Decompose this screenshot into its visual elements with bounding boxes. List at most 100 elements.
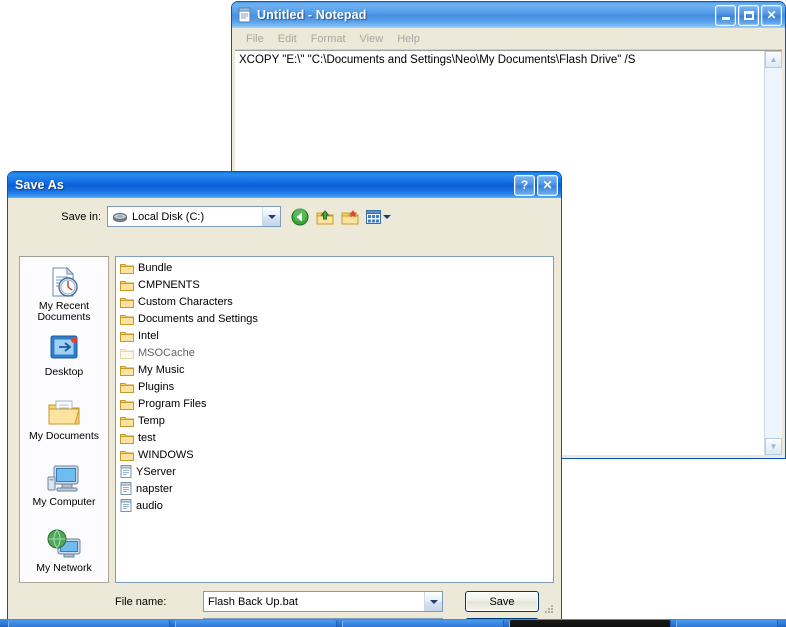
place-my-documents[interactable]: My Documents <box>20 395 108 461</box>
place-my-network[interactable]: My Network <box>20 527 108 593</box>
list-item[interactable]: Plugins <box>120 378 553 395</box>
scroll-down-icon[interactable]: ▼ <box>765 438 782 455</box>
folder-icon <box>120 331 134 342</box>
list-item[interactable]: Program Files <box>120 395 553 412</box>
file-name: Program Files <box>138 397 207 410</box>
save-as-window-controls: ? ✕ <box>514 174 558 196</box>
folder-icon <box>120 365 134 376</box>
folder-icon <box>120 433 134 444</box>
file-name: Plugins <box>138 380 175 393</box>
taskbar-button[interactable] <box>175 620 337 627</box>
folder-icon <box>120 314 134 325</box>
places-bar: My Recent Documents Desktop My Documents… <box>19 256 109 583</box>
save-as-title: Save As <box>15 178 64 192</box>
place-my-computer[interactable]: My Computer <box>20 461 108 527</box>
folder-icon <box>120 450 134 461</box>
views-chevron-down-icon[interactable] <box>383 214 391 219</box>
folder-icon <box>120 297 134 308</box>
file-name: MSOCache <box>138 346 195 359</box>
minimize-button[interactable] <box>715 4 736 26</box>
text-file-icon <box>120 482 132 495</box>
notepad-menubar: File Edit Format View Help <box>235 29 782 50</box>
scroll-up-icon[interactable]: ▲ <box>765 51 782 68</box>
save-in-combobox[interactable]: Local Disk (C:) <box>107 206 281 227</box>
taskbar-button[interactable] <box>676 620 778 627</box>
folder-icon <box>120 416 134 427</box>
place-desktop[interactable]: Desktop <box>20 329 108 395</box>
views-button[interactable] <box>366 209 391 224</box>
notepad-window-controls: ✕ <box>715 4 782 26</box>
views-icon <box>366 209 381 224</box>
place-label: Desktop <box>44 366 84 378</box>
list-item[interactable]: Temp <box>120 412 553 429</box>
folder-icon <box>120 399 134 410</box>
list-item[interactable]: Documents and Settings <box>120 310 553 327</box>
close-button[interactable]: ✕ <box>761 4 782 26</box>
notepad-vertical-scrollbar[interactable]: ▲ ▼ <box>764 51 782 455</box>
menu-view[interactable]: View <box>353 31 391 47</box>
save-as-toolbar <box>291 208 391 226</box>
folder-icon <box>120 382 134 393</box>
taskbar-button[interactable] <box>342 620 504 627</box>
list-item[interactable]: Custom Characters <box>120 293 553 310</box>
menu-format[interactable]: Format <box>304 31 353 47</box>
resize-grip-icon[interactable] <box>543 603 555 615</box>
help-button[interactable]: ? <box>514 174 535 196</box>
menu-file[interactable]: File <box>239 31 271 47</box>
file-name: test <box>138 431 156 444</box>
new-folder-button[interactable] <box>341 208 359 226</box>
file-list[interactable]: Bundle CMPNENTS Custom Characters Docume… <box>115 256 554 583</box>
list-item[interactable]: WINDOWS <box>120 446 553 463</box>
text-file-icon <box>120 499 132 512</box>
taskbar-button[interactable] <box>8 620 170 627</box>
close-icon[interactable]: ✕ <box>537 174 558 196</box>
file-name: My Music <box>138 363 185 376</box>
list-item[interactable]: MSOCache <box>120 344 553 361</box>
chevron-down-icon[interactable] <box>262 207 280 226</box>
menu-help[interactable]: Help <box>390 31 427 47</box>
file-name-value[interactable]: Flash Back Up.bat <box>208 596 298 608</box>
list-item[interactable]: audio <box>120 497 553 514</box>
list-item[interactable]: Bundle <box>120 259 553 276</box>
folder-icon <box>120 348 134 359</box>
file-name: WINDOWS <box>138 448 194 461</box>
my-network-icon <box>47 529 81 558</box>
save-in-value: Local Disk (C:) <box>132 210 205 223</box>
list-item[interactable]: CMPNENTS <box>120 276 553 293</box>
list-item[interactable]: test <box>120 429 553 446</box>
place-label: My Computer <box>32 496 96 508</box>
list-item[interactable]: My Music <box>120 361 553 378</box>
list-item[interactable]: napster <box>120 480 553 497</box>
save-as-dialog[interactable]: Save As ? ✕ Save in: Local Disk (C:) My … <box>7 171 562 627</box>
save-in-label: Save in: <box>61 210 101 223</box>
file-name-input[interactable]: Flash Back Up.bat <box>203 591 443 612</box>
taskbar-button-active[interactable] <box>509 620 671 627</box>
place-my-recent-documents[interactable]: My Recent Documents <box>20 263 108 329</box>
back-button[interactable] <box>291 208 309 226</box>
my-computer-icon <box>47 465 79 492</box>
text-file-icon <box>120 465 132 478</box>
file-name-label: File name: <box>115 595 167 608</box>
file-name: Intel <box>138 329 159 342</box>
desktop-icon <box>50 335 78 359</box>
my-documents-icon <box>48 400 80 425</box>
file-name: Custom Characters <box>138 295 233 308</box>
file-name: CMPNENTS <box>138 278 200 291</box>
menu-edit[interactable]: Edit <box>271 31 304 47</box>
folder-icon <box>120 263 134 274</box>
save-as-titlebar[interactable]: Save As ? ✕ <box>8 172 561 198</box>
maximize-button[interactable] <box>738 4 759 26</box>
list-item[interactable]: YServer <box>120 463 553 480</box>
notepad-titlebar[interactable]: Untitled - Notepad ✕ <box>232 2 785 28</box>
taskbar[interactable] <box>0 619 786 627</box>
list-item[interactable]: Intel <box>120 327 553 344</box>
notepad-title: Untitled - Notepad <box>257 8 367 22</box>
chevron-down-icon[interactable] <box>424 592 442 611</box>
file-name: YServer <box>136 465 176 478</box>
save-button[interactable]: Save <box>465 591 539 612</box>
save-as-body: Save in: Local Disk (C:) My Recent Docum… <box>11 198 558 627</box>
desktop: Untitled - Notepad ✕ File Edit Format Vi… <box>0 0 786 627</box>
save-in-row: Save in: Local Disk (C:) <box>11 198 558 233</box>
place-label: My Documents <box>28 430 100 442</box>
up-one-level-button[interactable] <box>316 208 334 226</box>
